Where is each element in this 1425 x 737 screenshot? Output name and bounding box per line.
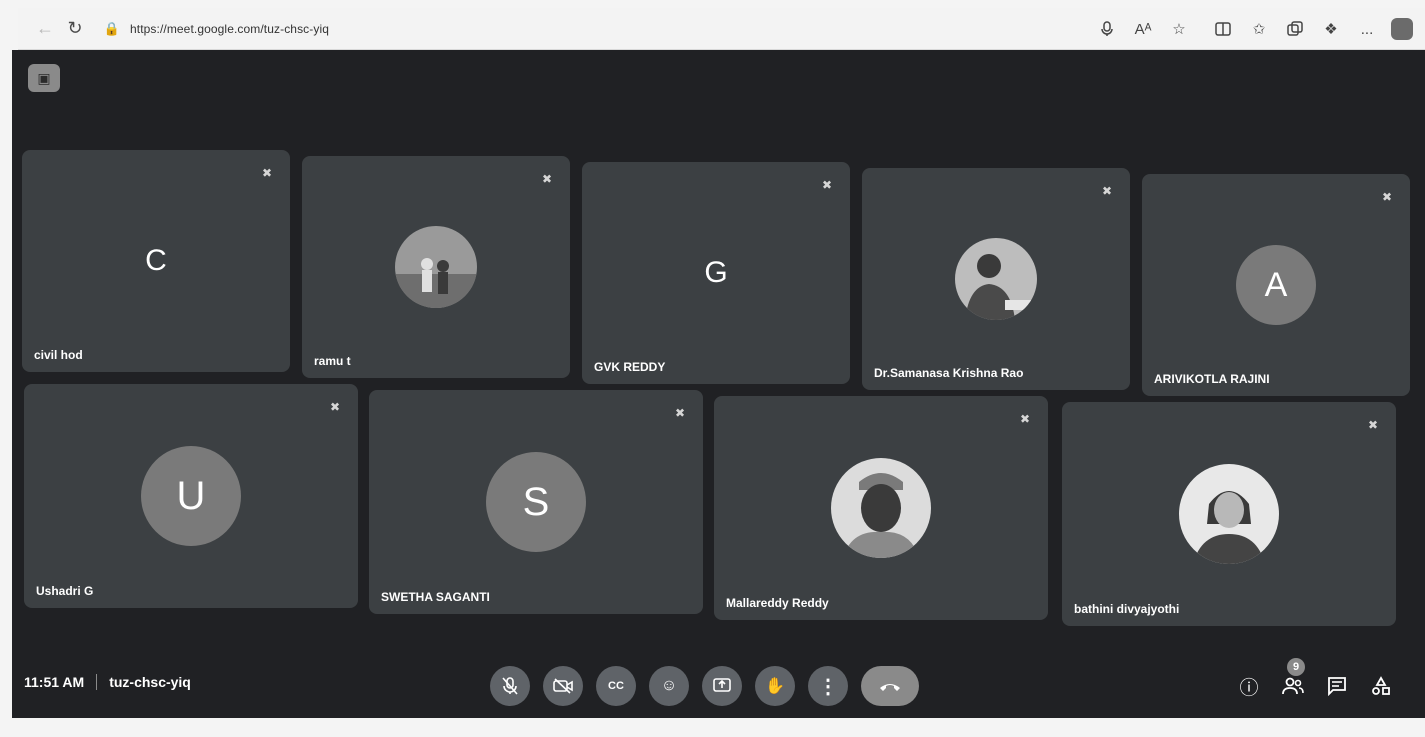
picture-in-picture-icon[interactable]: ▣: [28, 64, 60, 92]
raise-hand-button[interactable]: ✋: [755, 666, 795, 706]
mic-off-icon: ✖: [1367, 418, 1379, 432]
participant-initial: G: [704, 256, 728, 289]
favorites-icon[interactable]: ✩: [1241, 14, 1277, 44]
activities-icon[interactable]: [1359, 670, 1403, 702]
emoji-button[interactable]: ☺: [649, 666, 689, 706]
participant-tile[interactable]: ✖ Mallareddy Reddy: [714, 396, 1048, 620]
info-icon[interactable]: ⓘ: [1227, 670, 1271, 702]
read-aloud-label: Aᴬ: [1134, 20, 1152, 38]
mic-off-button[interactable]: [490, 666, 530, 706]
mic-off-icon: ✖: [1101, 184, 1113, 198]
screen: ← ↻ 🔒 https://meet.google.com/tuz-chsc-y…: [0, 0, 1425, 737]
participant-name: bathini divyajyothi: [1074, 602, 1180, 616]
participant-tile[interactable]: ✖ C civil hod: [22, 150, 290, 372]
meeting-time: 11:51 AM: [24, 674, 85, 690]
more-icon[interactable]: ...: [1349, 14, 1385, 44]
extensions-icon[interactable]: ❖: [1313, 14, 1349, 44]
participant-name: Mallareddy Reddy: [726, 596, 829, 610]
participant-photo: [955, 238, 1037, 320]
meeting-controls-bar: 11:51 AM tuz-chsc-yiq CC ☺ ✋ ⋮ ⓘ 9: [12, 650, 1425, 718]
mic-off-icon: ✖: [1019, 412, 1031, 426]
present-button[interactable]: [702, 666, 742, 706]
split-screen-icon[interactable]: [1205, 14, 1241, 44]
more-options-button[interactable]: ⋮: [808, 666, 848, 706]
participant-name: Ushadri G: [36, 584, 94, 598]
chat-icon[interactable]: [1315, 670, 1359, 702]
participant-initial: C: [145, 244, 167, 277]
participant-initial: U: [141, 446, 241, 546]
back-icon[interactable]: ←: [30, 14, 60, 44]
participant-initial: A: [1236, 245, 1316, 325]
mic-off-icon: ✖: [1381, 190, 1393, 204]
captions-icon: CC: [608, 680, 624, 692]
meeting-info: 11:51 AM tuz-chsc-yiq: [24, 674, 191, 690]
meet-viewport: ▣ ✖ C civil hod ✖ ramu t ✖ G GVK REDDY ✖…: [12, 50, 1425, 718]
address-bar[interactable]: 🔒 https://meet.google.com/tuz-chsc-yiq: [104, 14, 329, 44]
participant-photo: [831, 458, 931, 558]
participant-tile[interactable]: ✖ A ARIVIKOTLA RAJINI: [1142, 174, 1410, 396]
participant-photo: [1179, 464, 1279, 564]
participant-name: Dr.Samanasa Krishna Rao: [874, 366, 1024, 380]
participant-initial: S: [486, 452, 586, 552]
meeting-side-tools: ⓘ 9: [1227, 658, 1403, 702]
participant-tile[interactable]: ✖ Dr.Samanasa Krishna Rao: [862, 168, 1130, 390]
meeting-code: tuz-chsc-yiq: [109, 674, 191, 690]
participant-tile[interactable]: ✖ ramu t: [302, 156, 570, 378]
read-aloud-icon[interactable]: Aᴬ: [1125, 14, 1161, 44]
participant-name: ARIVIKOTLA RAJINI: [1154, 372, 1270, 386]
reload-icon[interactable]: ↻: [60, 14, 90, 44]
participant-tile[interactable]: ✖ bathini divyajyothi: [1062, 402, 1396, 626]
mic-off-icon: ✖: [541, 172, 553, 186]
call-controls: CC ☺ ✋ ⋮: [490, 666, 919, 706]
participant-name: GVK REDDY: [594, 360, 666, 374]
lock-icon[interactable]: 🔒: [104, 21, 120, 37]
participant-name: civil hod: [34, 348, 83, 362]
mic-off-icon: ✖: [261, 166, 273, 180]
more-options-icon: ⋮: [818, 675, 838, 698]
collections-icon[interactable]: [1277, 14, 1313, 44]
people-icon[interactable]: 9: [1271, 658, 1315, 702]
people-count-badge: 9: [1287, 658, 1305, 676]
mic-off-icon: ✖: [329, 400, 341, 414]
divider: [96, 674, 98, 690]
camera-off-button[interactable]: [543, 666, 583, 706]
browser-tools: Aᴬ ☆ ✩ ❖ ...: [1089, 14, 1413, 44]
mic-off-icon: ✖: [821, 178, 833, 192]
participant-photo: [395, 226, 477, 308]
browser-toolbar: ← ↻ 🔒 https://meet.google.com/tuz-chsc-y…: [18, 8, 1425, 50]
participant-name: SWETHA SAGANTI: [381, 590, 490, 604]
participant-tile[interactable]: ✖ U Ushadri G: [24, 384, 358, 608]
mic-icon[interactable]: [1089, 14, 1125, 44]
participant-name: ramu t: [314, 354, 351, 368]
captions-button[interactable]: CC: [596, 666, 636, 706]
mic-off-icon: ✖: [674, 406, 686, 420]
participant-tile[interactable]: ✖ G GVK REDDY: [582, 162, 850, 384]
participant-tile[interactable]: ✖ S SWETHA SAGANTI: [369, 390, 703, 614]
profile-icon[interactable]: [1391, 18, 1413, 40]
end-call-button[interactable]: [861, 666, 919, 706]
favorite-icon[interactable]: ☆: [1161, 14, 1197, 44]
more-label: ...: [1360, 20, 1374, 38]
url-text: https://meet.google.com/tuz-chsc-yiq: [130, 21, 330, 36]
